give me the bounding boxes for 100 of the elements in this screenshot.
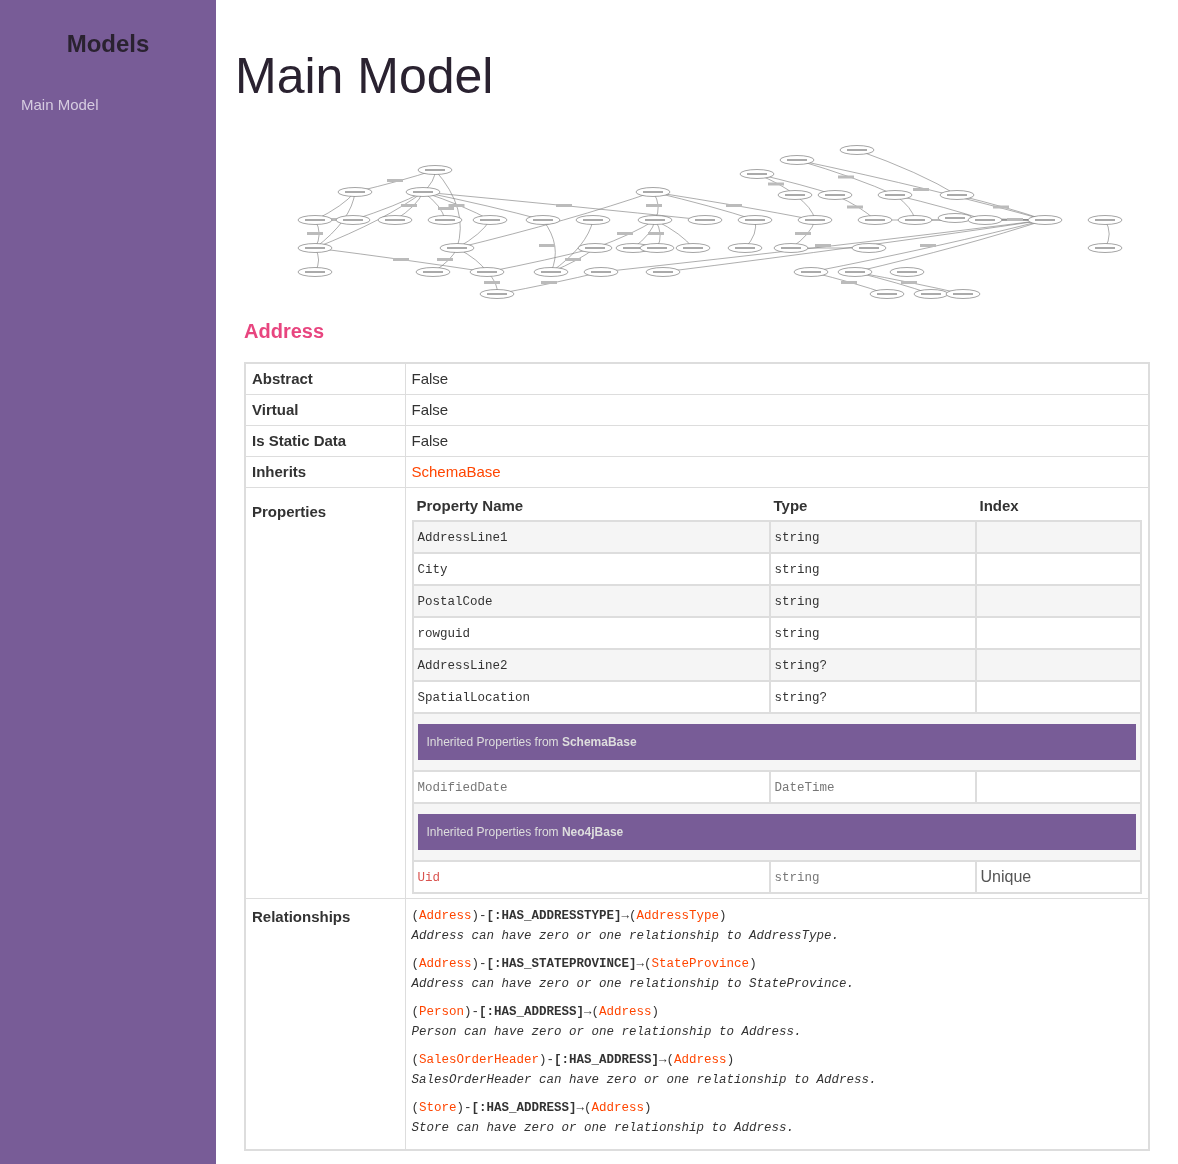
edge-label-mark (393, 258, 409, 261)
graph-node (297, 267, 333, 277)
property-name: City (417, 563, 448, 577)
relationship-description: Store can have zero or one relationship to Address. (411, 1120, 796, 1137)
column-header: Type (773, 497, 808, 514)
row-label: Properties (252, 503, 327, 520)
edge-label-mark (646, 204, 662, 207)
parent-link[interactable]: SchemaBase (411, 463, 501, 480)
property-name: rowguid (417, 627, 470, 641)
graph-node (335, 215, 371, 225)
edge-label-mark (993, 205, 1009, 209)
sidebar-item[interactable]: Main Model (0, 90, 216, 121)
graph-node (297, 243, 333, 253)
relationship-type: [:HAS_ADDRESSTYPE] (486, 908, 622, 925)
attribute-value: False (411, 370, 449, 387)
column-header: Index (979, 497, 1019, 514)
pattern-punctuation: ) (726, 1052, 735, 1069)
entity-link[interactable]: Address (419, 955, 472, 973)
graph-node (1027, 215, 1063, 225)
page-title: Main Model (235, 48, 495, 104)
graph-node (939, 190, 975, 200)
property-name: PostalCode (417, 595, 493, 609)
property-name: AddressLine2 (417, 659, 508, 673)
entity-link[interactable]: Address (591, 1099, 645, 1117)
edge-label-mark (437, 258, 453, 261)
property-name: AddressLine1 (417, 531, 508, 545)
relationship-description: Person can have zero or one relationship to Address. (411, 1024, 803, 1041)
pattern-punctuation: →( (576, 1100, 592, 1117)
pattern-punctuation: ( (411, 1052, 419, 1069)
pattern-punctuation: ( (411, 1100, 419, 1117)
inherited-properties-banner: Inherited Properties from SchemaBase (417, 724, 1136, 760)
graph-node (427, 215, 463, 225)
property-type: string (774, 563, 820, 577)
edge-label-mark (484, 281, 500, 284)
entity-link[interactable]: Address (599, 1003, 652, 1021)
edge-label-mark (726, 204, 742, 207)
pattern-punctuation: ) (651, 1004, 660, 1021)
graph-node (857, 215, 893, 225)
graph-node (967, 215, 1003, 225)
relationship-description: SalesOrderHeader can have zero or one relationship to Address. (411, 1072, 878, 1089)
entity-link[interactable]: Store (419, 1099, 457, 1117)
row-label: Abstract (252, 370, 313, 387)
graph-node (839, 145, 875, 155)
graph-node (533, 267, 569, 277)
graph-node (439, 243, 475, 253)
edge-label-mark (901, 281, 917, 284)
graph-node (773, 243, 809, 253)
graph-node (479, 289, 515, 299)
entity-link[interactable]: Person (419, 1003, 465, 1021)
entity-link[interactable]: Address (674, 1051, 727, 1069)
graph-node (877, 190, 913, 200)
row-label: Is Static Data (252, 432, 347, 449)
entity-link[interactable]: StateProvince (651, 955, 750, 973)
pattern-punctuation: )- (471, 956, 487, 973)
attribute-value: False (411, 401, 449, 418)
entity-link[interactable]: SalesOrderHeader (419, 1051, 540, 1069)
attribute-value: False (411, 432, 449, 449)
pattern-punctuation: →( (636, 956, 652, 973)
pattern-punctuation: )- (456, 1100, 472, 1117)
edge-label-mark (401, 204, 417, 207)
pattern-punctuation: →( (659, 1052, 675, 1069)
edge-label-mark (307, 232, 323, 235)
property-name: Uid (417, 871, 440, 885)
row-label: Virtual (252, 401, 299, 418)
graph-node (675, 243, 711, 253)
graph-node (639, 243, 675, 253)
graph-node (1087, 243, 1123, 253)
graph-node (417, 165, 453, 175)
graph-node (472, 215, 508, 225)
graph-node (583, 267, 619, 277)
row-label: Relationships (252, 908, 351, 925)
property-type: string (774, 627, 820, 641)
relationship-type: [:HAS_STATEPROVINCE] (486, 956, 637, 973)
pattern-punctuation: →( (621, 908, 637, 925)
pattern-punctuation: ) (749, 956, 757, 973)
property-type: string (774, 595, 820, 609)
edge-label-mark (795, 232, 811, 235)
entity-link[interactable]: Address (419, 907, 472, 925)
graph-node (779, 155, 815, 165)
graph-node (897, 215, 933, 225)
property-name: ModifiedDate (417, 781, 508, 795)
edge-label-mark (648, 232, 664, 235)
graph-node (797, 215, 833, 225)
entity-link[interactable]: AddressType (636, 907, 720, 925)
edge-label-mark (920, 244, 936, 247)
graph-node (687, 215, 723, 225)
graph-node (525, 215, 561, 225)
graph-node (793, 267, 829, 277)
row-label: Inherits (252, 463, 307, 480)
relationship-type: [:HAS_ADDRESS] (471, 1100, 577, 1117)
edge-label-mark (841, 281, 857, 284)
edge-label-mark (815, 244, 831, 247)
graph-node (1087, 215, 1123, 225)
property-type: string (774, 531, 820, 545)
graph-node (777, 190, 813, 200)
graph-node (937, 213, 973, 223)
graph-node (851, 243, 887, 253)
graph-node (889, 267, 925, 277)
edge-label-mark (847, 205, 863, 209)
pattern-punctuation: ) (644, 1100, 652, 1117)
